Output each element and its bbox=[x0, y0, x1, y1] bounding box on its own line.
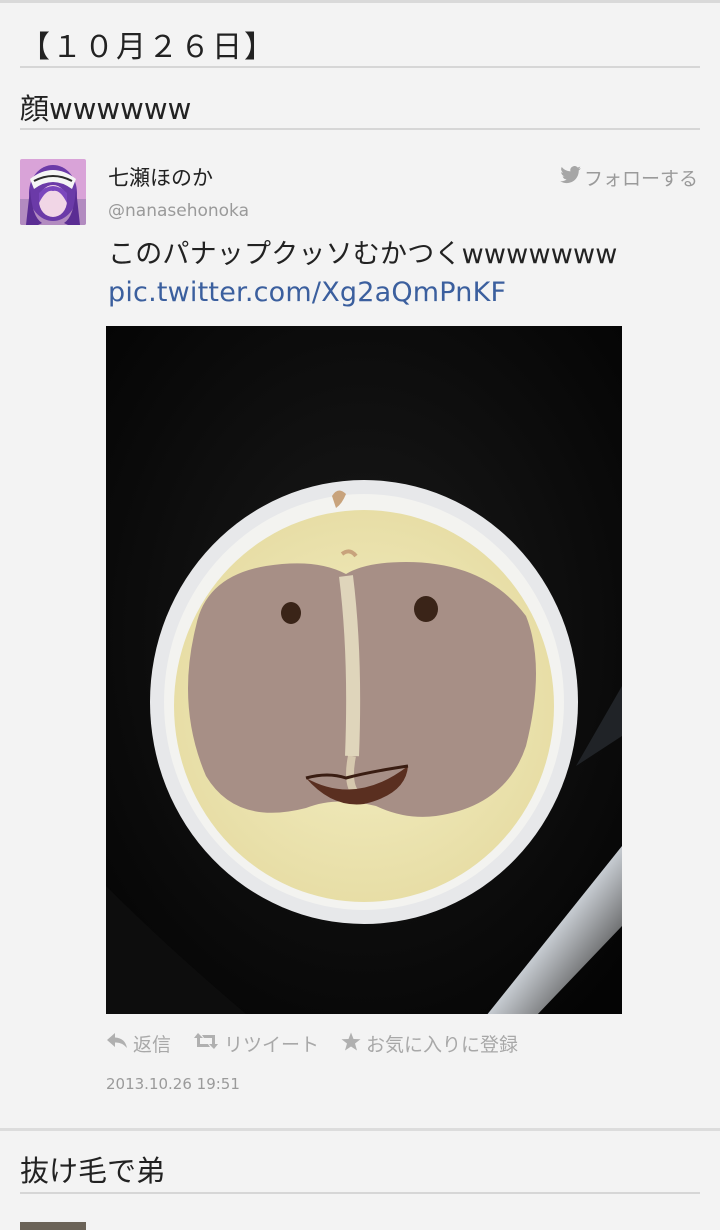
tweet-timestamp[interactable]: 2013.10.26 19:51 bbox=[106, 1075, 240, 1093]
retweet-button[interactable]: リツイート bbox=[193, 1030, 319, 1057]
tweet-photo[interactable] bbox=[106, 326, 622, 1014]
favorite-button[interactable]: お気に入りに登録 bbox=[341, 1030, 518, 1057]
date-heading: 【１０月２６日】 bbox=[20, 30, 276, 65]
reply-icon bbox=[106, 1032, 128, 1055]
author-handle[interactable]: @nanasehonoka bbox=[108, 201, 249, 221]
top-divider bbox=[0, 0, 720, 3]
section-title: 顔wwwwww bbox=[20, 92, 192, 126]
reply-button[interactable]: 返信 bbox=[106, 1030, 171, 1057]
reply-label: 返信 bbox=[133, 1034, 172, 1056]
star-icon bbox=[341, 1032, 361, 1056]
page: 【１０月２６日】 顔wwwwww 七瀬ほのか @nanasehonoka フォロ… bbox=[0, 0, 720, 1230]
retweet-label: リツイート bbox=[224, 1034, 320, 1056]
tweet-text: このパナップクッソむかつくwwwwwww pic.twitter.com/Xg2… bbox=[108, 236, 706, 312]
section-title-divider bbox=[20, 1192, 700, 1194]
follow-button[interactable]: フォローする bbox=[560, 164, 698, 191]
follow-label: フォローする bbox=[583, 168, 698, 190]
favorite-label: お気に入りに登録 bbox=[366, 1034, 519, 1056]
next-author-name bbox=[108, 1222, 408, 1230]
tweet-actions: 返信 リツイート お気に入りに登録 bbox=[106, 1030, 518, 1057]
twitter-bird-icon bbox=[560, 166, 582, 189]
avatar[interactable] bbox=[20, 159, 86, 225]
retweet-icon bbox=[193, 1032, 219, 1055]
tweet-body: このパナップクッソむかつくwwwwwww bbox=[108, 239, 618, 270]
tweet-photo-link[interactable]: pic.twitter.com/Xg2aQmPnKF bbox=[108, 277, 506, 308]
heading-divider bbox=[20, 66, 700, 68]
section-title: 抜け毛で弟 bbox=[20, 1154, 166, 1188]
next-avatar[interactable] bbox=[20, 1222, 86, 1230]
section-title-divider bbox=[20, 128, 700, 130]
author-name[interactable]: 七瀬ほのか bbox=[108, 162, 213, 192]
section-divider bbox=[0, 1128, 720, 1131]
